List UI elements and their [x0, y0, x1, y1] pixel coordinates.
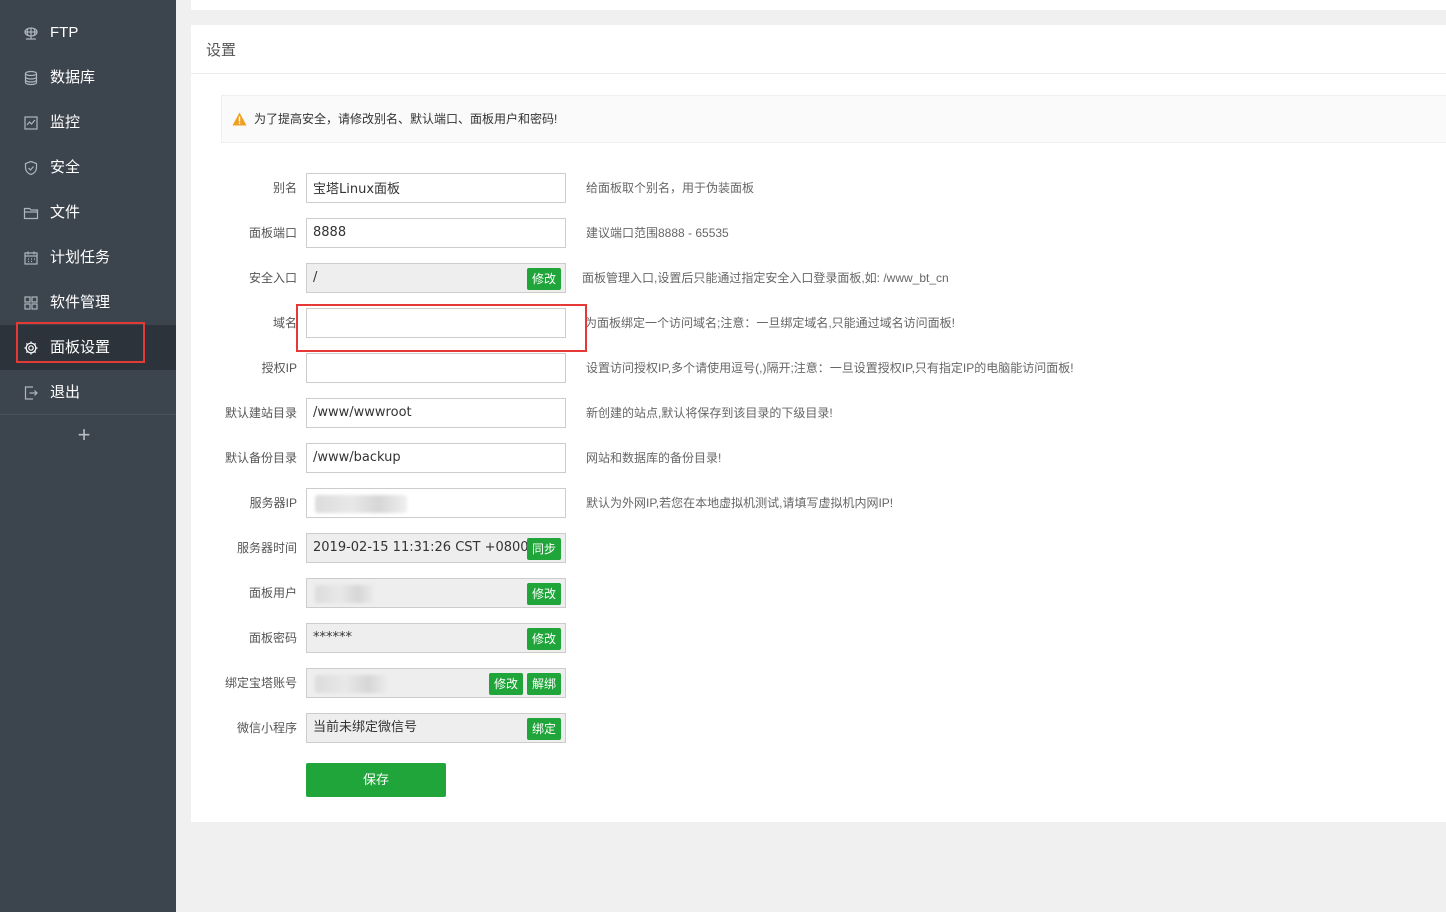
sidebar-divider: [0, 414, 176, 415]
alias-input[interactable]: [313, 174, 565, 200]
backup-dir-hint: 网站和数据库的备份目录!: [586, 451, 722, 465]
auth-ip-field[interactable]: [306, 353, 566, 383]
redacted-value: [315, 495, 407, 513]
warning-icon: [232, 112, 247, 126]
sidebar-item-label: 退出: [50, 384, 81, 401]
entry-value: /: [313, 270, 318, 285]
site-dir-input[interactable]: [313, 399, 565, 426]
sidebar-item-cron[interactable]: 计划任务: [0, 235, 176, 280]
sidebar-item-label: 软件管理: [50, 294, 111, 311]
wechat-bind-button[interactable]: 绑定: [526, 718, 561, 740]
port-hint: 建议端口范围8888 - 65535: [586, 226, 729, 240]
entry-hint: 面板管理入口,设置后只能通过指定安全入口登录面板,如: /www_bt_cn: [582, 271, 949, 285]
save-button[interactable]: 保存: [306, 763, 446, 797]
port-label: 面板端口: [248, 226, 297, 240]
alias-hint: 给面板取个别名，用于伪装面板: [586, 181, 755, 195]
alias-field[interactable]: [306, 173, 566, 203]
panel-user-label: 面板用户: [248, 586, 297, 600]
bt-account-label: 绑定宝塔账号: [224, 676, 297, 690]
backup-dir-field[interactable]: [306, 443, 566, 473]
entry-label: 安全入口: [248, 271, 297, 285]
server-time-label: 服务器时间: [236, 541, 297, 555]
panel-user-modify-button[interactable]: 修改: [526, 583, 561, 605]
monitor-icon: [22, 114, 39, 131]
redacted-value: [315, 585, 377, 603]
port-input[interactable]: [313, 219, 565, 246]
alias-label: 别名: [272, 181, 297, 195]
auth-ip-input[interactable]: [313, 354, 565, 381]
page-title: 设置: [206, 42, 237, 59]
server-ip-field[interactable]: [306, 488, 566, 518]
domain-hint: 为面板绑定一个访问域名;注意：一旦绑定域名,只能通过域名访问面板!: [585, 316, 956, 330]
domain-label: 域名: [272, 316, 297, 330]
sidebar-item-label: 监控: [50, 114, 81, 131]
alert-text: 为了提高安全，请修改别名、默认端口、面板用户和密码!: [254, 112, 558, 126]
gear-icon: [22, 339, 39, 356]
bt-account-field: 修改 解绑: [306, 668, 566, 698]
panel-password-modify-button[interactable]: 修改: [526, 628, 561, 650]
calendar-icon: [22, 249, 39, 266]
entry-field: / 修改: [306, 263, 566, 293]
entry-modify-button[interactable]: 修改: [526, 268, 561, 290]
bt-account-unbind-button[interactable]: 解绑: [526, 673, 561, 695]
logout-icon: [22, 384, 39, 401]
domain-input[interactable]: [313, 309, 565, 336]
server-time-field: 2019-02-15 11:31:26 CST +0800 同步: [306, 533, 566, 563]
panel-user-field: 修改: [306, 578, 566, 608]
wechat-field: 当前未绑定微信号 绑定: [306, 713, 566, 743]
panel-password-label: 面板密码: [248, 631, 297, 645]
backup-dir-input[interactable]: [313, 444, 565, 471]
grid-icon: [22, 294, 39, 311]
sidebar-item-label: 文件: [50, 204, 81, 221]
domain-field[interactable]: [306, 308, 566, 338]
panel-password-field: ****** 修改: [306, 623, 566, 653]
auth-ip-hint: 设置访问授权IP,多个请使用逗号(,)隔开;注意：一旦设置授权IP,只有指定IP…: [586, 361, 1074, 375]
sidebar-item-files[interactable]: 文件: [0, 190, 176, 235]
bt-account-modify-button[interactable]: 修改: [488, 673, 523, 695]
database-icon: [22, 69, 39, 86]
server-ip-label: 服务器IP: [249, 496, 297, 510]
sidebar-item-database[interactable]: 数据库: [0, 55, 176, 100]
sidebar-item-label: 计划任务: [50, 249, 111, 266]
sidebar-item-label: 数据库: [50, 69, 96, 86]
panel-password-value: ******: [313, 630, 352, 645]
site-dir-label: 默认建站目录: [224, 406, 297, 420]
server-ip-hint: 默认为外网IP,若您在本地虚拟机测试,请填写虚拟机内网IP!: [586, 496, 894, 510]
wechat-value: 当前未绑定微信号: [313, 720, 418, 735]
redacted-value: [315, 675, 391, 693]
site-dir-hint: 新创建的站点,默认将保存到该目录的下级目录!: [586, 406, 833, 420]
server-time-value: 2019-02-15 11:31:26 CST +0800: [313, 540, 529, 555]
backup-dir-label: 默认备份目录: [224, 451, 297, 465]
sidebar-item-label: 面板设置: [50, 339, 111, 356]
sidebar-item-monitor[interactable]: 监控: [0, 100, 176, 145]
sidebar: FTP 数据库 监控 安全 文件 计划任务 软件管理 面板设置 退出 +: [0, 0, 176, 912]
sidebar-item-label: 安全: [50, 159, 81, 176]
port-field[interactable]: [306, 218, 566, 248]
auth-ip-label: 授权IP: [261, 361, 297, 375]
settings-panel: 设置 为了提高安全，请修改别名、默认端口、面板用户和密码! 别名 给面板取个别名…: [191, 25, 1446, 822]
title-divider: [191, 73, 1446, 74]
site-dir-field[interactable]: [306, 398, 566, 428]
security-alert: 为了提高安全，请修改别名、默认端口、面板用户和密码!: [221, 95, 1446, 143]
sidebar-item-logout[interactable]: 退出: [0, 370, 176, 415]
shield-icon: [22, 159, 39, 176]
sidebar-item-software[interactable]: 软件管理: [0, 280, 176, 325]
globe-icon: [22, 24, 39, 41]
sidebar-item-label: FTP: [50, 24, 79, 41]
top-panel: [191, 0, 1446, 10]
sidebar-item-panel-settings[interactable]: 面板设置: [0, 325, 176, 370]
sidebar-item-security[interactable]: 安全: [0, 145, 176, 190]
add-shortcut-button[interactable]: +: [72, 423, 96, 447]
wechat-label: 微信小程序: [236, 721, 297, 735]
sync-time-button[interactable]: 同步: [526, 538, 561, 560]
folder-icon: [22, 204, 39, 221]
sidebar-item-ftp[interactable]: FTP: [0, 10, 176, 55]
